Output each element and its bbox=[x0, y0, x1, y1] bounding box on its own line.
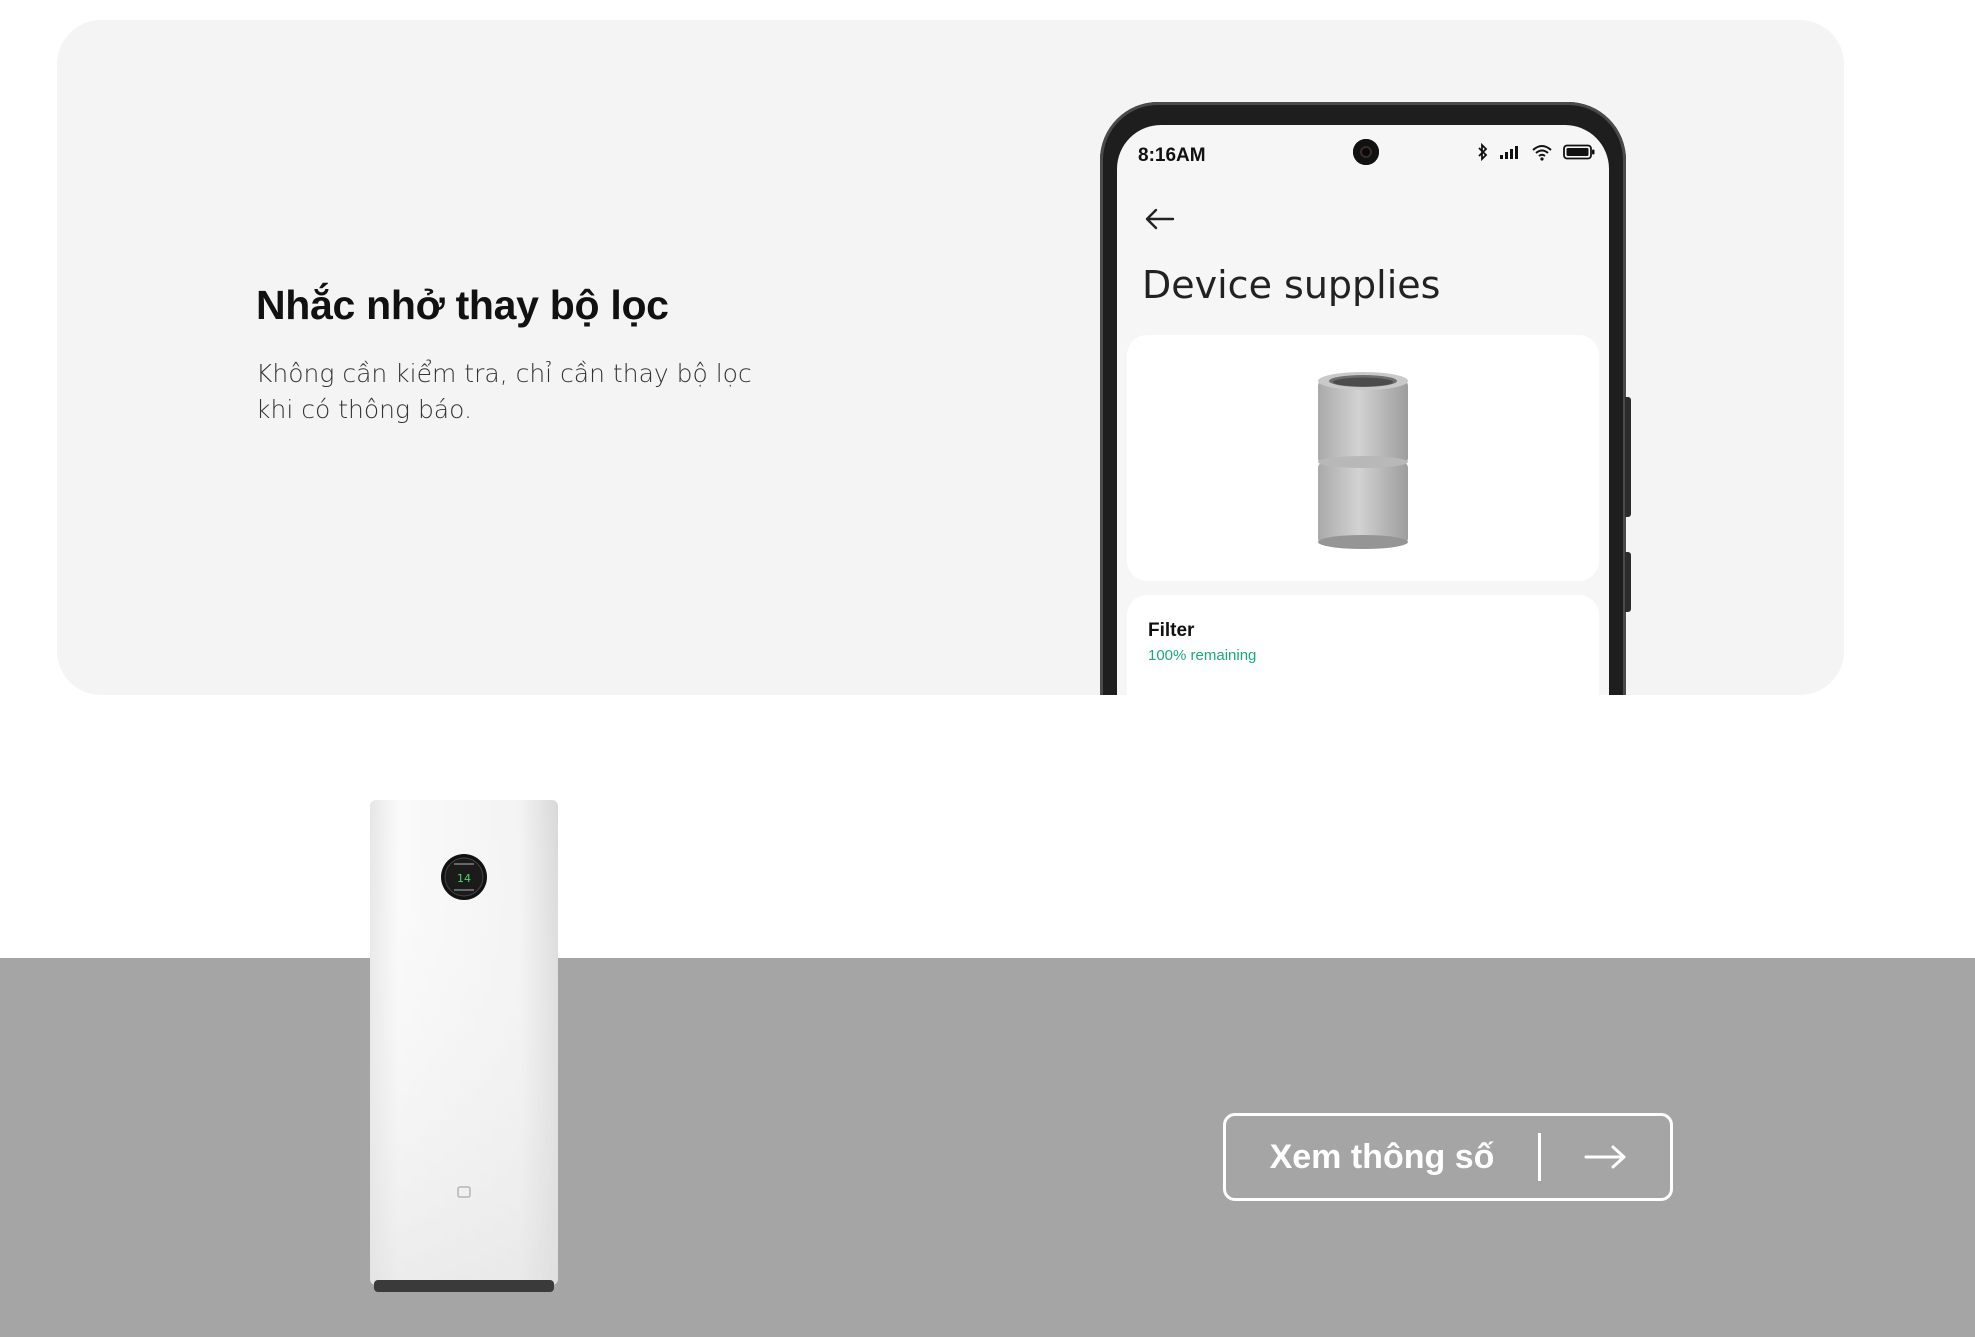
phone-side-button bbox=[1625, 397, 1631, 517]
phone-mockup: 8:16AM Device supplies Filter 100% remai… bbox=[1100, 102, 1631, 695]
phone-screen: 8:16AM Device supplies Filter 100% remai… bbox=[1117, 125, 1609, 695]
feature-description: Không cần kiểm tra, chỉ cần thay bộ lọc … bbox=[256, 359, 752, 424]
view-specs-label: Xem thông số bbox=[1269, 1137, 1495, 1176]
battery-icon bbox=[1563, 144, 1595, 160]
svg-text:14: 14 bbox=[457, 872, 471, 885]
back-arrow-icon[interactable] bbox=[1143, 205, 1177, 233]
feature-title: Nhắc nhở thay bộ lọc bbox=[256, 282, 669, 328]
view-specs-button[interactable]: Xem thông số bbox=[1223, 1113, 1673, 1201]
status-time: 8:16AM bbox=[1138, 145, 1206, 166]
gray-footer-band bbox=[0, 958, 1975, 1337]
signal-icon bbox=[1499, 144, 1521, 160]
feature-card: Nhắc nhở thay bộ lọc Không cần kiểm tra,… bbox=[57, 20, 1844, 695]
front-camera bbox=[1353, 139, 1379, 165]
screen-title: Device supplies bbox=[1142, 263, 1441, 307]
bluetooth-icon bbox=[1477, 143, 1489, 161]
arrow-right-icon bbox=[1541, 1144, 1670, 1170]
wifi-icon bbox=[1531, 143, 1553, 161]
phone-side-button bbox=[1625, 552, 1631, 612]
filter-status-panel[interactable]: Filter 100% remaining bbox=[1127, 595, 1599, 695]
filter-product-panel bbox=[1127, 335, 1599, 581]
status-icons bbox=[1477, 143, 1595, 161]
filter-cartridge-image bbox=[1318, 372, 1408, 549]
filter-remaining: 100% remaining bbox=[1148, 647, 1257, 664]
filter-label: Filter bbox=[1148, 620, 1195, 641]
air-purifier-image: 14 bbox=[370, 800, 558, 1292]
